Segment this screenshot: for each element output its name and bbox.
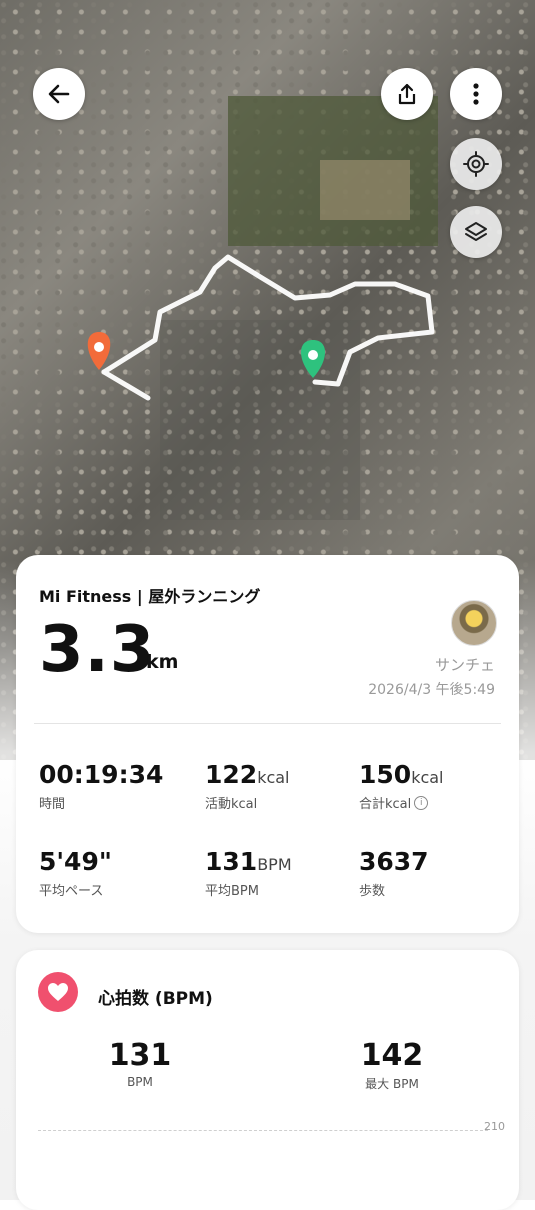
stat-avg-bpm: 131BPM 平均BPM <box>205 847 292 899</box>
locate-icon <box>463 151 489 177</box>
building-block <box>160 320 360 520</box>
distance-unit: km <box>146 651 179 673</box>
hr-max-value: 142 <box>360 1038 424 1073</box>
layers-button[interactable] <box>450 206 502 258</box>
stat-steps: 3637 歩数 <box>359 847 429 899</box>
hr-average-label: BPM <box>127 1075 153 1089</box>
stat-total-kcal: 150kcal 合計kcal i <box>359 760 444 812</box>
distance-value: 3.3 <box>39 613 156 687</box>
workout-summary-card: Mi Fitness | 屋外ランニング 3.3 km サンチェ 2026/4/… <box>16 555 519 933</box>
avatar[interactable] <box>451 600 497 646</box>
stat-label: 活動kcal <box>205 797 258 812</box>
info-icon[interactable]: i <box>414 795 429 810</box>
stat-duration: 00:19:34 時間 <box>39 760 163 812</box>
more-button[interactable] <box>450 68 502 120</box>
locate-button[interactable] <box>450 138 502 190</box>
field-area <box>320 160 410 220</box>
hr-max-label: 最大 BPM <box>365 1077 419 1091</box>
heart-rate-title: 心拍数 (BPM) <box>98 989 213 1009</box>
arrow-left-icon <box>48 84 70 104</box>
stat-label: 歩数 <box>359 884 386 899</box>
divider <box>34 723 501 724</box>
stat-value: 3637 <box>359 847 429 876</box>
stat-value: 122kcal <box>205 760 290 789</box>
heart-icon <box>48 983 68 1001</box>
stat-value: 5'49" <box>39 847 112 876</box>
hr-chart-gridline <box>38 1130 488 1131</box>
heart-badge <box>38 972 78 1012</box>
hr-chart-tick: 210 <box>484 1120 505 1133</box>
stat-label: 平均BPM <box>205 884 259 899</box>
back-button[interactable] <box>33 68 85 120</box>
hr-average: 131 BPM <box>70 1038 210 1089</box>
stat-label: 平均ペース <box>39 884 104 899</box>
stat-value: 00:19:34 <box>39 760 164 789</box>
share-icon <box>398 83 416 105</box>
stat-value: 150kcal <box>359 760 444 789</box>
user-name: サンチェ <box>434 656 495 674</box>
stat-avg-pace: 5'49" 平均ペース <box>39 847 112 899</box>
workout-datetime: 2026/4/3 午後5:49 <box>368 682 495 698</box>
hr-max: 142 最大 BPM <box>322 1038 462 1092</box>
more-vertical-icon <box>473 83 479 105</box>
heart-rate-card[interactable]: 心拍数 (BPM) 131 BPM 142 最大 BPM 210 <box>16 950 519 1210</box>
stat-active-kcal: 122kcal 活動kcal <box>205 760 290 812</box>
workout-source: Mi Fitness | 屋外ランニング <box>39 587 261 606</box>
stat-value: 131BPM <box>205 847 292 876</box>
start-pin-icon <box>87 332 111 370</box>
stat-label: 合計kcal i <box>359 793 444 812</box>
hr-average-value: 131 <box>108 1038 172 1073</box>
share-button[interactable] <box>381 68 433 120</box>
stat-label: 時間 <box>39 797 66 812</box>
layers-icon <box>465 222 487 241</box>
